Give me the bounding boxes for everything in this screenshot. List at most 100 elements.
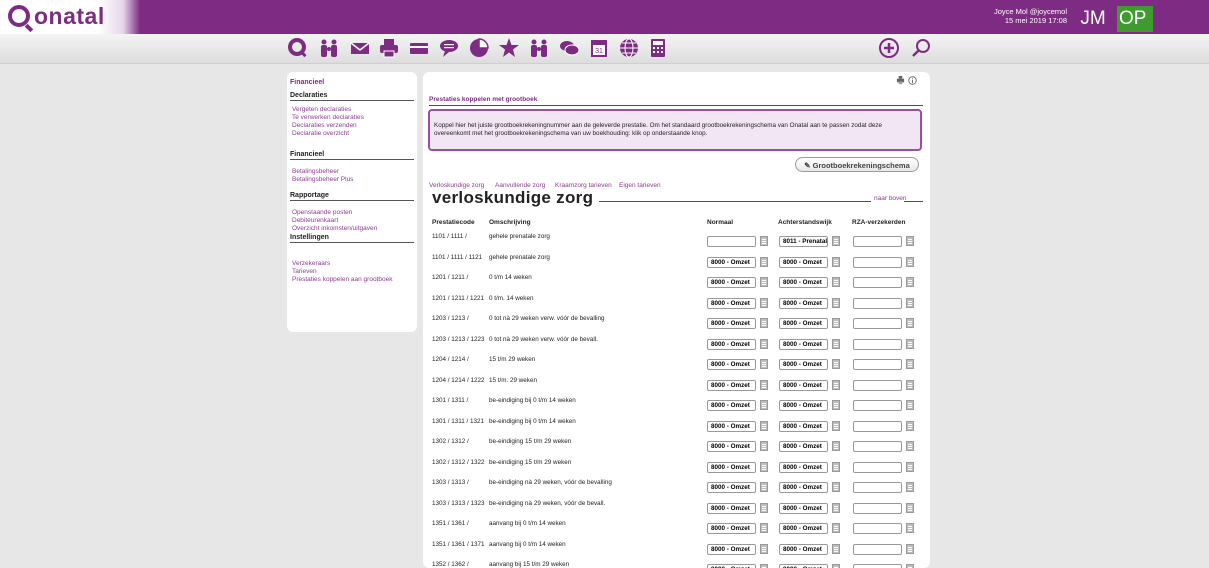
normaal-select[interactable]: 8000 - Omzet	[707, 318, 756, 329]
print-icon[interactable]	[896, 76, 908, 87]
normaal-select[interactable]: 8000 - Omzet	[707, 277, 756, 288]
calendar-icon[interactable]	[832, 380, 840, 390]
calendar-icon[interactable]	[832, 544, 840, 554]
calendar-icon[interactable]	[906, 482, 914, 492]
printer-icon[interactable]	[378, 37, 400, 59]
normaal-select[interactable]: 8000 - Omzet	[707, 544, 756, 555]
calendar-icon[interactable]	[832, 523, 840, 533]
calendar-icon[interactable]	[906, 318, 914, 328]
rza-select[interactable]	[853, 503, 902, 514]
mail-icon[interactable]	[349, 37, 371, 59]
speech-icon[interactable]	[558, 37, 580, 59]
achterstandswijk-select[interactable]: 8000 - Omzet	[779, 400, 828, 411]
calendar-icon[interactable]	[760, 482, 768, 492]
rza-select[interactable]	[853, 544, 902, 555]
naar-boven-link[interactable]: naar boven	[874, 195, 907, 202]
calendar-icon[interactable]	[832, 462, 840, 472]
globe-icon[interactable]	[618, 37, 640, 59]
calendar-icon[interactable]	[760, 298, 768, 308]
rza-select[interactable]	[853, 277, 902, 288]
achterstandswijk-select[interactable]: 8000 - Omzet	[779, 441, 828, 452]
sidebar-item-overzicht-inkomsten-uitgaven[interactable]: Overzicht inkomsten/uitgaven	[292, 225, 377, 232]
onatal-logo[interactable]: onatal	[0, 0, 140, 34]
rza-select[interactable]	[853, 318, 902, 329]
calendar-icon[interactable]	[906, 441, 914, 451]
sidebar-item-tarieven[interactable]: Tarieven	[292, 268, 317, 275]
calendar-icon[interactable]	[832, 359, 840, 369]
achterstandswijk-select[interactable]: 8000 - Omzet	[779, 421, 828, 432]
calendar-icon[interactable]	[906, 462, 914, 472]
achterstandswijk-select[interactable]: 8000 - Omzet	[779, 482, 828, 493]
rza-select[interactable]	[853, 564, 902, 568]
calendar-icon[interactable]	[832, 318, 840, 328]
achterstandswijk-select[interactable]: 8000 - Omzet	[779, 339, 828, 350]
user-avatar[interactable]: JM	[1074, 6, 1112, 32]
sidebar-item-betalingsbeheer-plus[interactable]: Betalingsbeheer Plus	[292, 176, 353, 183]
calendar-icon[interactable]	[760, 462, 768, 472]
calendar-icon[interactable]	[906, 236, 914, 246]
calendar-icon[interactable]	[760, 380, 768, 390]
achterstandswijk-select[interactable]: 8000 - Omzet	[779, 523, 828, 534]
calculator-icon[interactable]	[647, 37, 669, 59]
normaal-select[interactable]: 8000 - Omzet	[707, 339, 756, 350]
achterstandswijk-select[interactable]: 8011 - Prenatale	[779, 236, 828, 247]
achterstandswijk-select[interactable]: 8000 - Omzet	[779, 380, 828, 391]
rza-select[interactable]	[853, 482, 902, 493]
calendar-icon[interactable]	[906, 298, 914, 308]
achterstandswijk-select[interactable]: 8000 - Omzet	[779, 564, 828, 568]
calendar-icon[interactable]	[906, 380, 914, 390]
normaal-select[interactable]: 8000 - Omzet	[707, 564, 756, 568]
family-icon[interactable]	[528, 37, 550, 59]
rza-select[interactable]	[853, 257, 902, 268]
pie-chart-icon[interactable]	[468, 37, 490, 59]
chat-icon[interactable]	[438, 37, 460, 59]
calendar-icon[interactable]	[760, 564, 768, 568]
normaal-select[interactable]: 8000 - Omzet	[707, 298, 756, 309]
search-icon[interactable]	[910, 37, 932, 59]
normaal-select[interactable]	[707, 236, 756, 247]
calendar-icon[interactable]	[832, 421, 840, 431]
rza-select[interactable]	[853, 421, 902, 432]
achterstandswijk-select[interactable]: 8000 - Omzet	[779, 318, 828, 329]
normaal-select[interactable]: 8000 - Omzet	[707, 523, 756, 534]
rza-select[interactable]	[853, 400, 902, 411]
star-icon[interactable]	[498, 37, 520, 59]
tab-eigen-tarieven[interactable]: Eigen tarieven	[619, 182, 661, 189]
calendar-icon[interactable]	[760, 441, 768, 451]
sidebar-item-verzekeraars[interactable]: Verzekeraars	[292, 260, 330, 267]
calendar-icon[interactable]	[832, 482, 840, 492]
calendar-icon[interactable]	[832, 298, 840, 308]
info-icon[interactable]	[907, 76, 917, 87]
calendar-icon[interactable]	[760, 277, 768, 287]
rza-select[interactable]	[853, 462, 902, 473]
normaal-select[interactable]: 8000 - Omzet	[707, 400, 756, 411]
achterstandswijk-select[interactable]: 8000 - Omzet	[779, 359, 828, 370]
sidebar-item-declaratie-overzicht[interactable]: Declaratie overzicht	[292, 130, 349, 137]
achterstandswijk-select[interactable]: 8000 - Omzet	[779, 257, 828, 268]
calendar-icon[interactable]	[906, 421, 914, 431]
rza-select[interactable]	[853, 298, 902, 309]
calendar-icon[interactable]	[832, 277, 840, 287]
calendar-icon[interactable]	[906, 257, 914, 267]
calendar-icon[interactable]	[906, 339, 914, 349]
calendar-icon[interactable]	[832, 400, 840, 410]
normaal-select[interactable]: 8000 - Omzet	[707, 503, 756, 514]
sidebar-item-prestaties-koppelen[interactable]: Prestaties koppelen aan grootboek	[292, 276, 392, 283]
calendar-icon[interactable]	[906, 359, 914, 369]
sidebar-item-declaraties-verzenden[interactable]: Declaraties verzenden	[292, 122, 357, 129]
sidebar-item-betalingsbeheer[interactable]: Betalingsbeheer	[292, 168, 339, 175]
calendar-icon[interactable]	[760, 544, 768, 554]
achterstandswijk-select[interactable]: 8000 - Omzet	[779, 544, 828, 555]
rza-select[interactable]	[853, 359, 902, 370]
achterstandswijk-select[interactable]: 8000 - Omzet	[779, 298, 828, 309]
calendar-icon[interactable]	[760, 503, 768, 513]
calendar-icon[interactable]	[760, 339, 768, 349]
rza-select[interactable]	[853, 380, 902, 391]
card-icon[interactable]	[408, 37, 430, 59]
calendar-icon[interactable]	[760, 318, 768, 328]
rza-select[interactable]	[853, 523, 902, 534]
sidebar-item-openstaande-posten[interactable]: Openstaande posten	[292, 209, 352, 216]
calendar-icon[interactable]	[906, 400, 914, 410]
calendar-icon[interactable]	[906, 564, 914, 568]
sidebar-item-debiteurenkaart[interactable]: Debiteurenkaart	[292, 217, 338, 224]
